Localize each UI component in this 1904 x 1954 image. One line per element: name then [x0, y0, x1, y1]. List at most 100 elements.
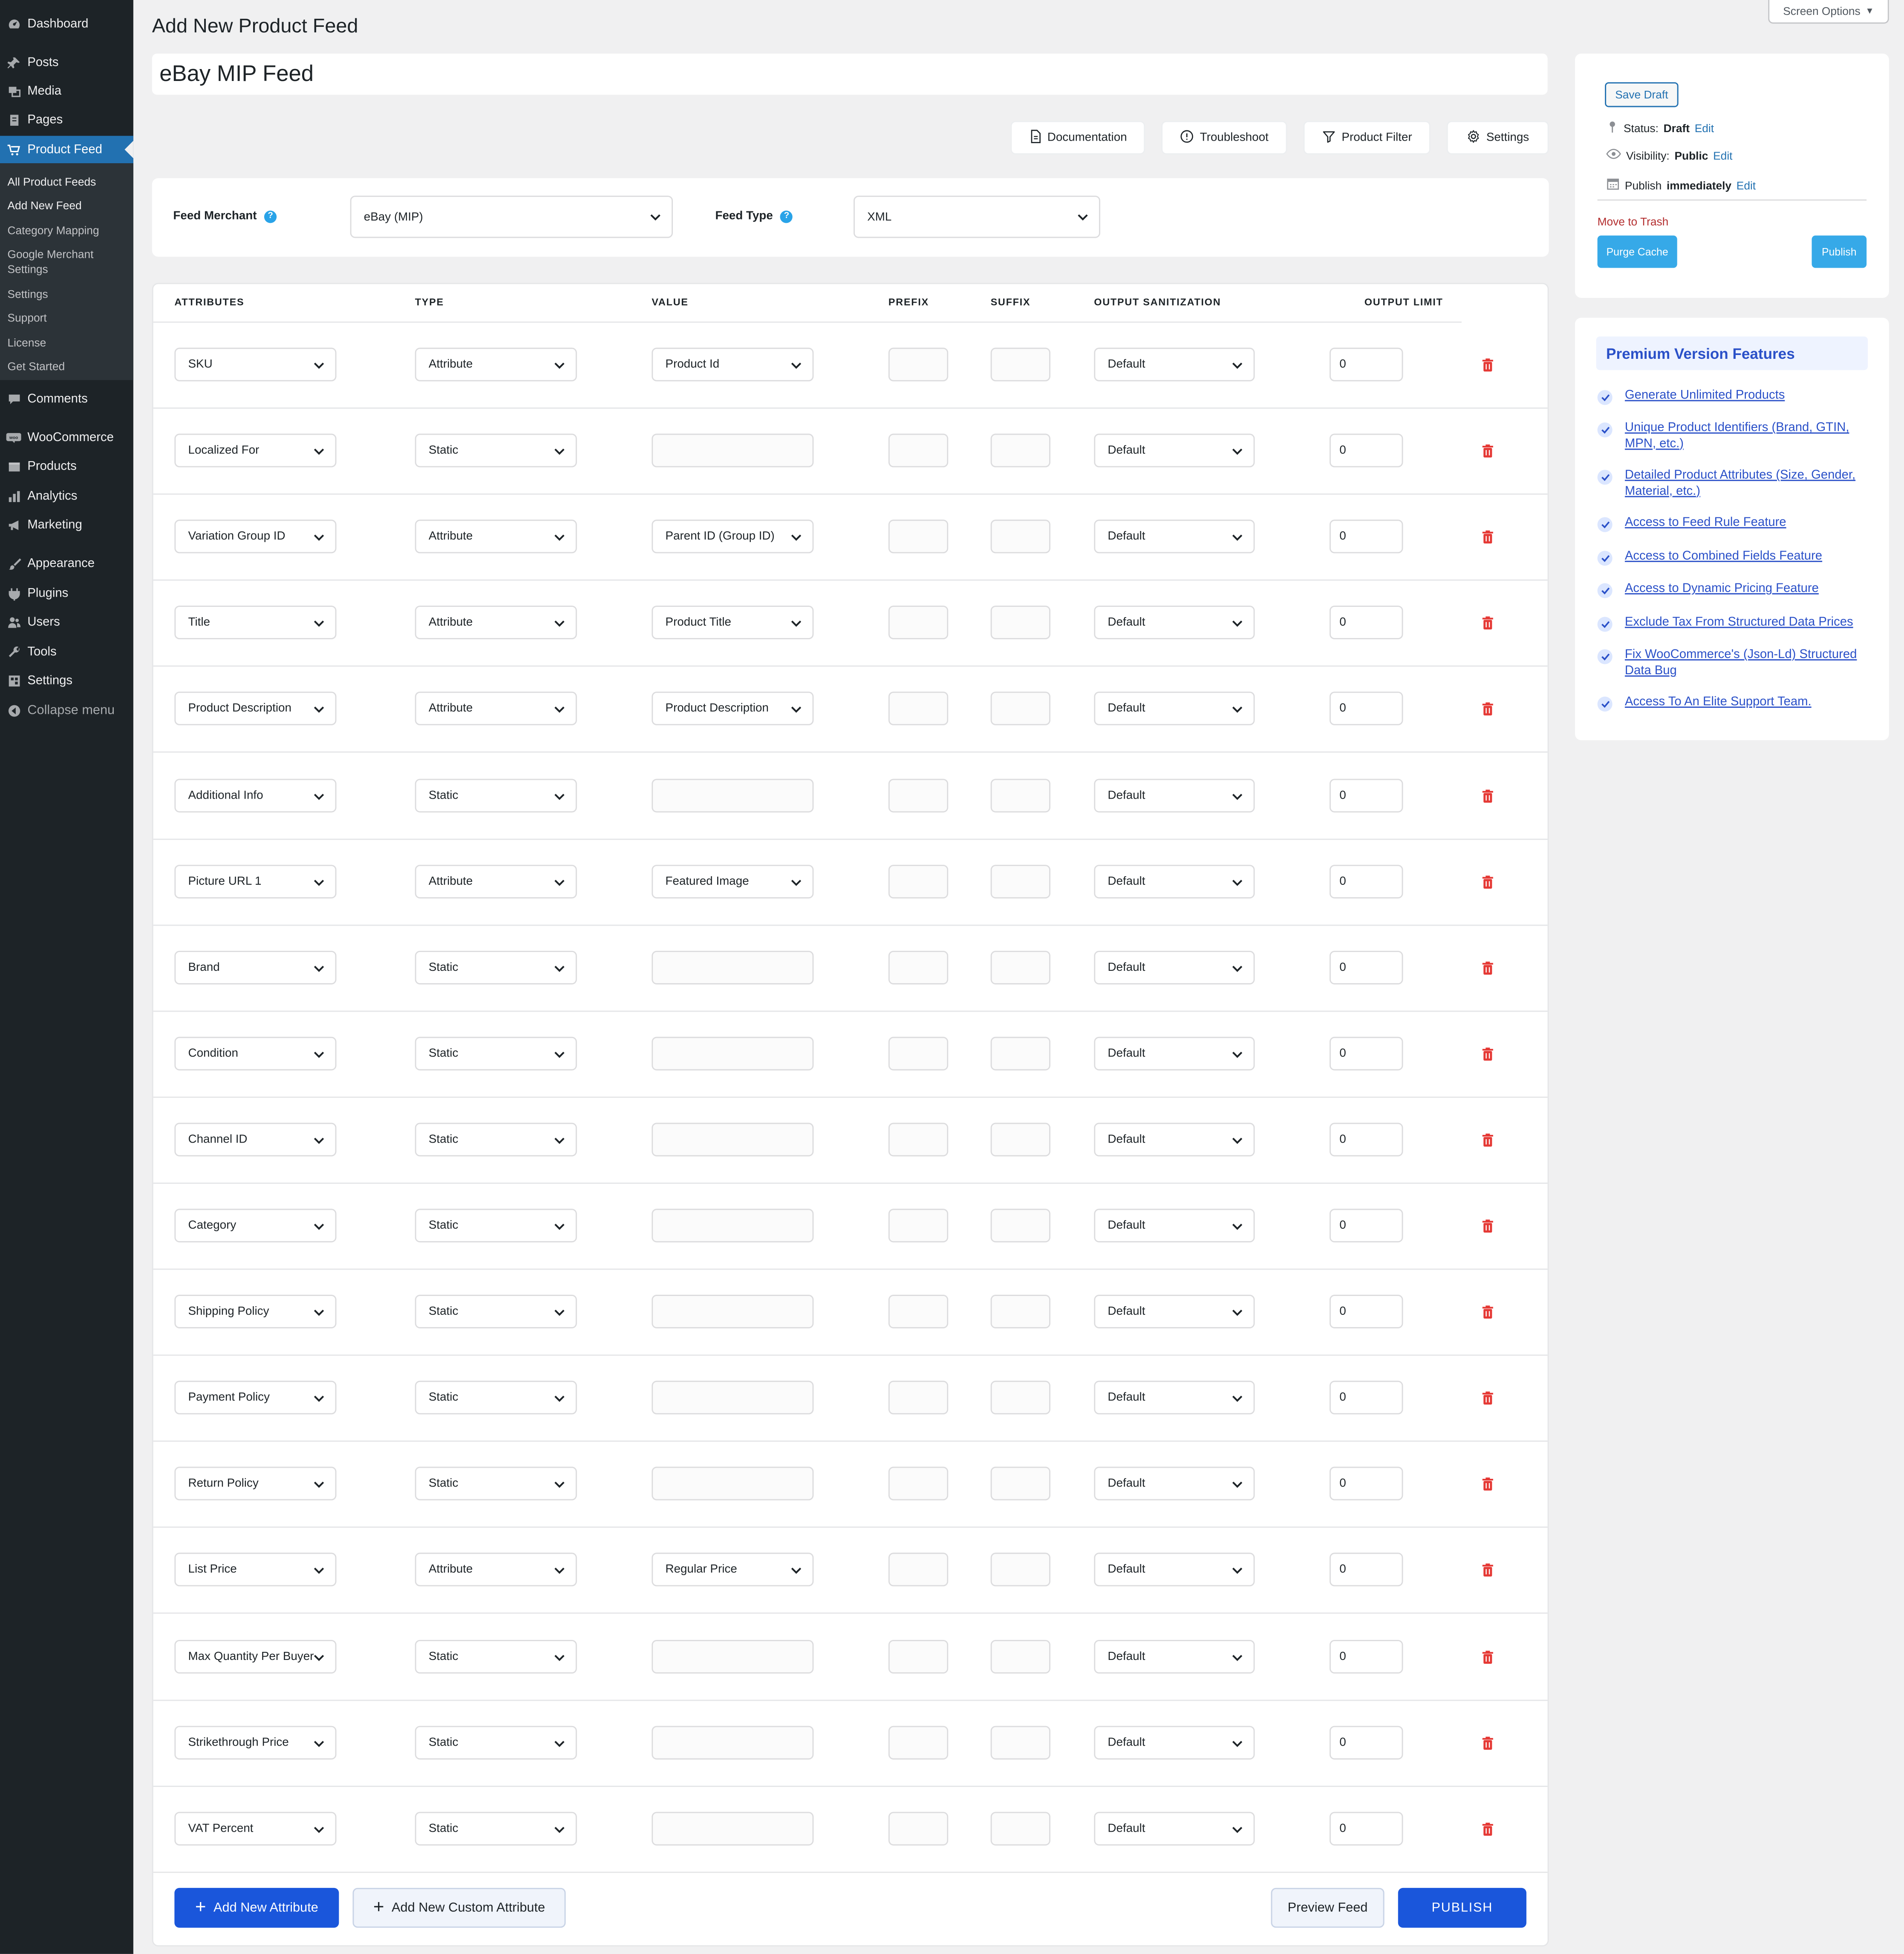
suffix-input[interactable] — [990, 1812, 1050, 1846]
submenu-all-feeds[interactable]: All Product Feeds — [8, 174, 127, 189]
type-select[interactable]: Static — [415, 1123, 577, 1157]
type-select[interactable]: Static — [415, 779, 577, 813]
add-new-custom-attribute-button[interactable]: + Add New Custom Attribute — [352, 1888, 566, 1928]
type-select[interactable]: Static — [415, 1036, 577, 1071]
trash-icon[interactable] — [1480, 874, 1495, 889]
output-sanitization-select[interactable]: Default — [1094, 951, 1255, 984]
suffix-input[interactable] — [990, 1295, 1050, 1328]
trash-icon[interactable] — [1480, 1648, 1495, 1664]
attribute-select[interactable]: Picture URL 1 — [174, 865, 337, 899]
value-select[interactable]: Product Title — [652, 606, 814, 640]
prefix-input[interactable] — [888, 1380, 949, 1414]
suffix-input[interactable] — [990, 1123, 1050, 1157]
value-select[interactable]: Featured Image — [652, 865, 814, 899]
type-select[interactable]: Attribute — [415, 1553, 577, 1587]
menu-tools[interactable]: Tools — [0, 638, 133, 665]
output-limit-input[interactable]: 0 — [1329, 1812, 1403, 1846]
attribute-select[interactable]: Localized For — [174, 433, 337, 468]
output-limit-input[interactable]: 0 — [1329, 779, 1403, 813]
attribute-select[interactable]: Title — [174, 606, 337, 640]
type-select[interactable]: Static — [415, 951, 577, 984]
menu-marketing[interactable]: Marketing — [0, 511, 133, 538]
output-limit-input[interactable]: 0 — [1329, 1726, 1403, 1760]
attribute-select[interactable]: Strikethrough Price — [174, 1726, 337, 1760]
output-sanitization-select[interactable]: Default — [1094, 1036, 1255, 1071]
output-limit-input[interactable]: 0 — [1329, 1123, 1403, 1157]
prefix-input[interactable] — [888, 433, 949, 468]
menu-media[interactable]: Media — [0, 77, 133, 104]
attribute-select[interactable]: List Price — [174, 1553, 337, 1587]
output-limit-input[interactable]: 0 — [1329, 1639, 1403, 1674]
help-icon[interactable]: ? — [264, 210, 277, 222]
trash-icon[interactable] — [1480, 788, 1495, 803]
prefix-input[interactable] — [888, 1295, 949, 1328]
output-limit-input[interactable]: 0 — [1329, 520, 1403, 554]
premium-feature-link[interactable]: Access To An Elite Support Team. — [1625, 696, 1812, 712]
trash-icon[interactable] — [1480, 1561, 1495, 1577]
premium-feature-link[interactable]: Detailed Product Attributes (Size, Gende… — [1625, 468, 1872, 499]
visibility-edit-link[interactable]: Edit — [1713, 149, 1732, 161]
attribute-select[interactable]: Shipping Policy — [174, 1295, 337, 1328]
value-select[interactable]: Parent ID (Group ID) — [652, 520, 814, 554]
value-input[interactable] — [652, 1295, 814, 1328]
menu-users[interactable]: Users — [0, 608, 133, 635]
output-limit-input[interactable]: 0 — [1329, 691, 1403, 725]
type-select[interactable]: Attribute — [415, 691, 577, 725]
submenu-support[interactable]: Support — [8, 310, 127, 325]
premium-feature-link[interactable]: Exclude Tax From Structured Data Prices — [1625, 615, 1853, 632]
output-limit-input[interactable]: 0 — [1329, 347, 1403, 381]
menu-plugins[interactable]: Plugins — [0, 580, 133, 607]
suffix-input[interactable] — [990, 1380, 1050, 1414]
type-select[interactable]: Static — [415, 1812, 577, 1846]
attribute-select[interactable]: Product Description — [174, 691, 337, 725]
value-select[interactable]: Product Description — [652, 691, 814, 725]
premium-feature-link[interactable]: Access to Feed Rule Feature — [1625, 516, 1786, 532]
premium-feature-link[interactable]: Generate Unlimited Products — [1625, 389, 1785, 405]
submenu-category-mapping[interactable]: Category Mapping — [8, 223, 127, 238]
premium-feature-link[interactable]: Access to Combined Fields Feature — [1625, 549, 1822, 566]
type-select[interactable]: Static — [415, 1209, 577, 1243]
feed-title-input[interactable]: eBay MIP Feed — [152, 53, 1548, 95]
status-edit-link[interactable]: Edit — [1695, 121, 1714, 134]
type-select[interactable]: Attribute — [415, 865, 577, 899]
publish-button[interactable]: PUBLISH — [1398, 1888, 1526, 1928]
menu-analytics[interactable]: Analytics — [0, 482, 133, 510]
trash-icon[interactable] — [1480, 1218, 1495, 1233]
value-input[interactable] — [652, 779, 814, 813]
suffix-input[interactable] — [990, 691, 1050, 725]
suffix-input[interactable] — [990, 1553, 1050, 1587]
premium-feature-link[interactable]: Fix WooCommerce's (Json-Ld) Structured D… — [1625, 648, 1872, 679]
type-select[interactable]: Static — [415, 433, 577, 468]
value-input[interactable] — [652, 1812, 814, 1846]
output-sanitization-select[interactable]: Default — [1094, 1123, 1255, 1157]
attribute-select[interactable]: Return Policy — [174, 1466, 337, 1501]
prefix-input[interactable] — [888, 1553, 949, 1587]
feed-merchant-select[interactable]: eBay (MIP) — [350, 196, 673, 238]
attribute-select[interactable]: Category — [174, 1209, 337, 1243]
trash-icon[interactable] — [1480, 1735, 1495, 1750]
troubleshoot-button[interactable]: Troubleshoot — [1161, 121, 1287, 155]
value-input[interactable] — [652, 433, 814, 468]
menu-woocommerce[interactable]: woo WooCommerce — [0, 424, 133, 451]
output-sanitization-select[interactable]: Default — [1094, 606, 1255, 640]
move-to-trash-link[interactable]: Move to Trash — [1598, 216, 1669, 228]
prefix-input[interactable] — [888, 951, 949, 984]
suffix-input[interactable] — [990, 520, 1050, 554]
suffix-input[interactable] — [990, 1639, 1050, 1674]
suffix-input[interactable] — [990, 865, 1050, 899]
prefix-input[interactable] — [888, 1209, 949, 1243]
type-select[interactable]: Static — [415, 1639, 577, 1674]
value-input[interactable] — [652, 1726, 814, 1760]
prefix-input[interactable] — [888, 1639, 949, 1674]
value-input[interactable] — [652, 1123, 814, 1157]
trash-icon[interactable] — [1480, 1475, 1495, 1491]
submenu-google-merchant[interactable]: Google Merchant Settings — [8, 247, 127, 277]
prefix-input[interactable] — [888, 691, 949, 725]
submenu-license[interactable]: License — [8, 335, 127, 350]
output-limit-input[interactable]: 0 — [1329, 433, 1403, 468]
help-icon[interactable]: ? — [780, 210, 793, 222]
preview-feed-button[interactable]: Preview Feed — [1271, 1888, 1385, 1928]
trash-icon[interactable] — [1480, 528, 1495, 544]
output-limit-input[interactable]: 0 — [1329, 951, 1403, 984]
output-sanitization-select[interactable]: Default — [1094, 779, 1255, 813]
